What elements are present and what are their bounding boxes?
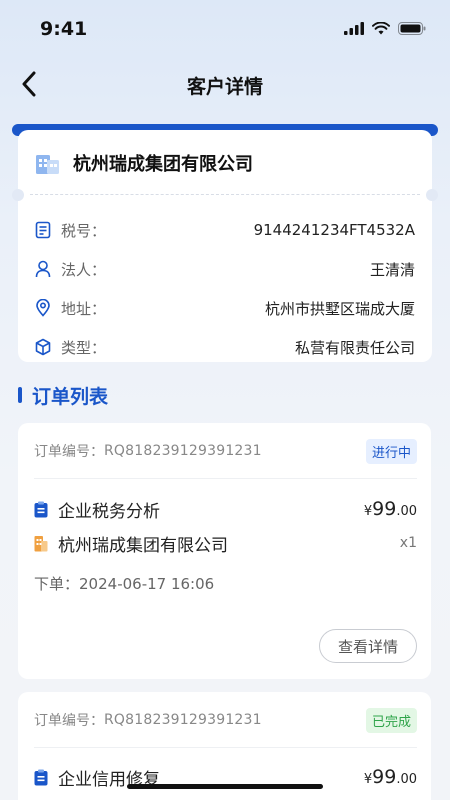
wifi-icon bbox=[372, 22, 390, 35]
dashed-divider bbox=[30, 194, 420, 195]
price-integer: 99 bbox=[372, 498, 397, 520]
cube-icon bbox=[35, 338, 51, 356]
order-number: RQ818239129391231 bbox=[104, 443, 262, 459]
order-number: RQ818239129391231 bbox=[104, 712, 262, 728]
order-number-label: 订单编号： bbox=[34, 444, 104, 460]
order-number-label: 订单编号： bbox=[34, 713, 104, 729]
tax-id-row: 税号： 9144241234FT4532A bbox=[35, 218, 415, 242]
service-name: 企业税务分析 bbox=[58, 501, 160, 522]
battery-icon bbox=[398, 22, 426, 35]
person-icon bbox=[35, 260, 51, 278]
address-value: 杭州市拱墅区瑞成大厦 bbox=[264, 299, 415, 318]
status-icons bbox=[344, 22, 426, 35]
service-price: ¥99.00 bbox=[364, 498, 417, 520]
company-header: 杭州瑞成集团有限公司 bbox=[35, 148, 253, 178]
status-badge: 已完成 bbox=[365, 707, 417, 733]
order-time-value: 2024-06-17 16:06 bbox=[79, 575, 215, 593]
order-header: 订单编号： RQ818239129391231 进行中 bbox=[34, 438, 417, 464]
ticket-notch-left bbox=[12, 189, 24, 201]
order-card: 订单编号： RQ818239129391231 进行中 企业税务分析 ¥99.0… bbox=[18, 423, 431, 679]
view-details-button[interactable]: 查看详情 bbox=[319, 629, 417, 663]
order-header: 订单编号： RQ818239129391231 已完成 bbox=[34, 707, 417, 733]
signal-icon bbox=[344, 22, 364, 35]
ticket-notch-right bbox=[426, 189, 438, 201]
section-title: 订单列表 bbox=[32, 385, 109, 408]
currency-symbol: ¥ bbox=[363, 772, 373, 787]
legal-person-row: 法人： 王清清 bbox=[35, 257, 415, 281]
service-price: ¥99.00 bbox=[364, 766, 417, 788]
type-value: 私营有限责任公司 bbox=[294, 338, 415, 357]
type-row: 类型： 私营有限责任公司 bbox=[35, 335, 415, 359]
price-decimal: .00 bbox=[396, 504, 417, 519]
building-orange-icon bbox=[34, 535, 48, 551]
type-label: 类型： bbox=[61, 338, 107, 357]
price-decimal: .00 bbox=[396, 772, 417, 787]
page-title: 客户详情 bbox=[186, 76, 263, 98]
company-card-wrapper: 杭州瑞成集团有限公司 税号： 9144241234FT4532A 法人： 王清清 bbox=[12, 124, 438, 362]
tax-id-value: 9144241234FT4532A bbox=[253, 221, 415, 239]
company-row: 杭州瑞成集团有限公司 x1 bbox=[34, 530, 417, 556]
order-time: 下单：2024-06-17 16:06 bbox=[34, 573, 214, 594]
service-row: 企业税务分析 ¥99.00 bbox=[34, 496, 417, 522]
order-divider bbox=[34, 478, 417, 479]
legal-person-value: 王清清 bbox=[369, 260, 415, 279]
clipboard-icon bbox=[34, 501, 48, 517]
tax-id-label: 税号： bbox=[61, 221, 107, 240]
order-company-name: 杭州瑞成集团有限公司 bbox=[58, 535, 228, 556]
company-card: 杭州瑞成集团有限公司 税号： 9144241234FT4532A 法人： 王清清 bbox=[12, 130, 438, 362]
status-badge: 进行中 bbox=[365, 438, 417, 464]
nav-bar: 客户详情 bbox=[0, 56, 450, 112]
location-pin-icon bbox=[36, 299, 50, 317]
quantity: x1 bbox=[399, 535, 417, 551]
order-time-label: 下单： bbox=[34, 575, 80, 593]
home-indicator bbox=[127, 784, 323, 789]
building-icon bbox=[36, 155, 59, 174]
legal-person-label: 法人： bbox=[61, 260, 107, 279]
status-time: 9:41 bbox=[40, 18, 88, 40]
company-name: 杭州瑞成集团有限公司 bbox=[73, 154, 253, 175]
section-accent-bar bbox=[18, 387, 22, 403]
address-row: 地址： 杭州市拱墅区瑞成大厦 bbox=[35, 296, 415, 320]
clipboard-icon bbox=[34, 769, 48, 785]
status-bar: 9:41 bbox=[0, 0, 450, 56]
address-label: 地址： bbox=[61, 299, 107, 318]
tax-id-icon bbox=[35, 221, 51, 239]
order-divider bbox=[34, 747, 417, 748]
order-list-header: 订单列表 bbox=[18, 382, 108, 408]
price-integer: 99 bbox=[372, 766, 397, 788]
currency-symbol: ¥ bbox=[363, 504, 373, 519]
